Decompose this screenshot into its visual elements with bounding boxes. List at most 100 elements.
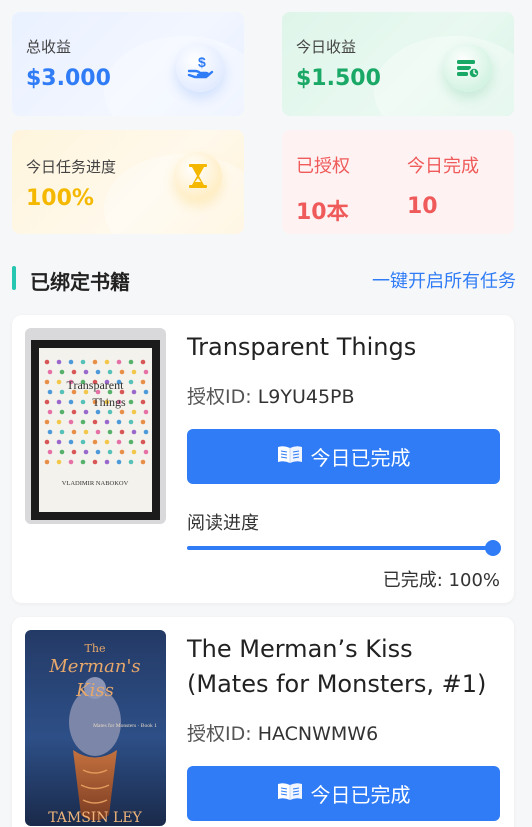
cover-dot bbox=[68, 419, 74, 425]
cover-dot bbox=[131, 449, 137, 455]
cover-dot bbox=[131, 429, 137, 435]
cover-dot bbox=[71, 429, 77, 435]
bound-books-header: 已绑定书籍 一键开启所有任务 bbox=[12, 262, 516, 296]
cover-dot bbox=[59, 449, 65, 455]
money-hand-icon: $ bbox=[176, 44, 224, 92]
book-card: Transparent Things VLADIMIR NABOKOV Tran… bbox=[12, 315, 514, 603]
cover-dot bbox=[104, 439, 110, 445]
completed-today-button[interactable]: 今日已完成 bbox=[187, 429, 500, 484]
cover-title-line-2: Things bbox=[92, 395, 126, 409]
cover-dot bbox=[140, 419, 146, 425]
section-title: 已绑定书籍 bbox=[30, 270, 130, 294]
cover-dot bbox=[56, 439, 62, 445]
cover-dot bbox=[80, 419, 86, 425]
cover-dot bbox=[44, 459, 50, 465]
cover-dot bbox=[59, 389, 65, 395]
cover-dot bbox=[56, 459, 62, 465]
cover-dot bbox=[80, 399, 86, 405]
book-cover: The Merman's Kiss Mates for Monsters · B… bbox=[25, 630, 166, 826]
cover-dot bbox=[92, 439, 98, 445]
cover-dot bbox=[140, 399, 146, 405]
cover-title-line-1: Transparent bbox=[67, 378, 125, 392]
svg-text:$: $ bbox=[198, 54, 206, 70]
total-earnings-value: $3.000 bbox=[26, 66, 111, 91]
cover-dot bbox=[47, 369, 53, 375]
authorized-value: 10本 bbox=[296, 200, 349, 225]
cover-dot bbox=[44, 359, 50, 365]
reading-progress-slider[interactable] bbox=[187, 540, 501, 556]
cover-dot bbox=[128, 379, 134, 385]
cover-title-line-3: Kiss bbox=[75, 680, 114, 701]
auth-id-label: 授权ID: bbox=[187, 386, 252, 408]
cover-dot bbox=[128, 359, 134, 365]
cover-dot bbox=[140, 379, 146, 385]
cover-dot bbox=[92, 419, 98, 425]
cover-dot bbox=[80, 439, 86, 445]
cover-dot bbox=[95, 409, 101, 415]
cover-dot bbox=[83, 449, 89, 455]
cover-dot bbox=[107, 429, 113, 435]
cover-dot bbox=[47, 449, 53, 455]
cover-dot bbox=[140, 459, 146, 465]
cover-dot bbox=[83, 409, 89, 415]
cover-dot bbox=[143, 409, 149, 415]
cover-dot bbox=[104, 419, 110, 425]
completed-today-label: 今日已完成 bbox=[310, 783, 411, 807]
total-earnings-card: 总收益 $3.000 $ bbox=[12, 12, 244, 116]
cover-dot bbox=[92, 359, 98, 365]
cover-dot bbox=[68, 459, 74, 465]
open-book-icon bbox=[277, 444, 303, 469]
cover-dot bbox=[119, 429, 125, 435]
completed-today-button[interactable]: 今日已完成 bbox=[187, 766, 500, 821]
book-card: The Merman's Kiss Mates for Monsters · B… bbox=[12, 617, 514, 827]
authorized-label: 已授权 bbox=[296, 156, 350, 177]
cover-dot bbox=[44, 439, 50, 445]
today-earnings-label: 今日收益 bbox=[296, 38, 357, 56]
cover-dot bbox=[59, 369, 65, 375]
card-decoration bbox=[374, 36, 514, 116]
cover-dot bbox=[143, 449, 149, 455]
cover-dot bbox=[128, 439, 134, 445]
task-progress-label: 今日任务进度 bbox=[26, 158, 117, 176]
book-title: Transparent Things bbox=[187, 333, 417, 361]
authorization-card: 已授权 10本 今日完成 10 bbox=[282, 130, 514, 234]
auth-id-row: 授权ID: L9YU45PB bbox=[187, 382, 355, 409]
reading-progress-fill bbox=[187, 546, 493, 550]
book-title: The Merman’s Kiss (Mates for Monsters, #… bbox=[187, 635, 487, 698]
cover-dot bbox=[140, 439, 146, 445]
cover-dot bbox=[128, 419, 134, 425]
cover-dot bbox=[119, 449, 125, 455]
cover-dot bbox=[83, 429, 89, 435]
cover-dot bbox=[143, 369, 149, 375]
cover-dot bbox=[47, 429, 53, 435]
cover-dot bbox=[68, 399, 74, 405]
cover-dot bbox=[131, 389, 137, 395]
start-all-tasks-link[interactable]: 一键开启所有任务 bbox=[372, 267, 516, 293]
cover-dot bbox=[83, 369, 89, 375]
reading-progress-knob[interactable] bbox=[485, 540, 501, 556]
cover-dot bbox=[119, 409, 125, 415]
cover-dot bbox=[68, 359, 74, 365]
completed-stat: 今日完成 10 bbox=[407, 152, 479, 219]
cover-author: VLADIMIR NABOKOV bbox=[62, 480, 129, 487]
today-earnings-value: $1.500 bbox=[296, 66, 381, 91]
cover-dot bbox=[107, 409, 113, 415]
cover-dot bbox=[104, 459, 110, 465]
cover-dot bbox=[80, 459, 86, 465]
cover-series: Mates for Monsters · Book 1 bbox=[93, 722, 157, 729]
cover-dot bbox=[107, 449, 113, 455]
cover-dot bbox=[59, 409, 65, 415]
cover-dot bbox=[131, 369, 137, 375]
cover-dot bbox=[116, 459, 122, 465]
cover-dot bbox=[116, 419, 122, 425]
cover-dot bbox=[47, 389, 53, 395]
cover-dot bbox=[71, 449, 77, 455]
cover-dot bbox=[116, 359, 122, 365]
task-progress-value: 100% bbox=[26, 186, 94, 211]
cover-author: TAMSIN LEY bbox=[48, 810, 142, 826]
cover-dot bbox=[143, 429, 149, 435]
task-progress-card: 今日任务进度 100% bbox=[12, 130, 244, 234]
cover-dot bbox=[47, 409, 53, 415]
total-earnings-label: 总收益 bbox=[26, 38, 72, 56]
cover-dot bbox=[128, 399, 134, 405]
